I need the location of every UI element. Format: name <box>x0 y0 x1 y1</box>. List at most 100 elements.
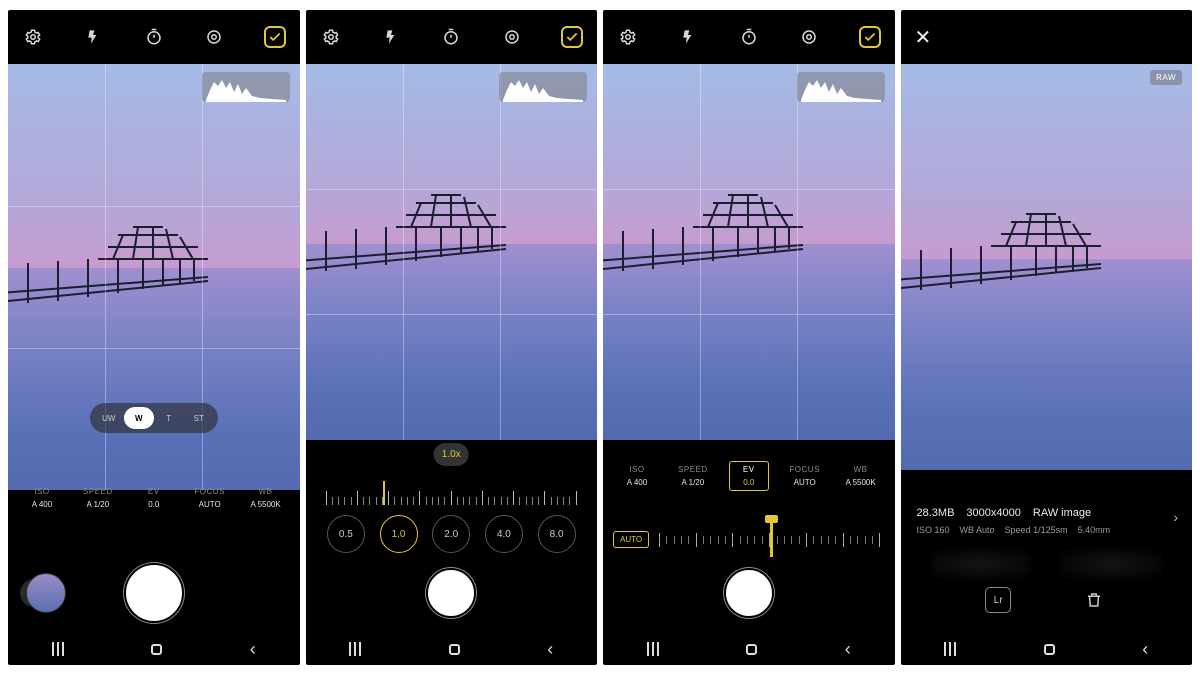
timer-icon[interactable] <box>143 26 165 48</box>
chevron-right-icon[interactable]: › <box>1173 509 1178 525</box>
screen-pro-default: UW W T ST ISOA 400 SPEEDA 1/20 EV0.0 FOC… <box>8 10 300 665</box>
nav-back-icon[interactable]: ‹ <box>250 639 256 660</box>
nav-back-icon[interactable]: ‹ <box>1142 639 1148 660</box>
review-filesize: 28.3MB <box>917 507 955 519</box>
param-speed[interactable]: SPEEDA 1/20 <box>70 487 126 509</box>
histogram[interactable] <box>202 72 290 102</box>
system-nav: ‹ <box>603 633 895 665</box>
zoom-stops: 0.5 1.0 2.0 4.0 8.0 <box>306 515 598 553</box>
screen-review: ✕ RAW 28.3MB 3000x4000 RAW image ISO 160… <box>901 10 1193 665</box>
zoom-cursor[interactable] <box>383 481 385 505</box>
review-format: RAW image <box>1033 507 1091 519</box>
settings-icon[interactable] <box>617 26 639 48</box>
ratio-icon[interactable] <box>501 26 523 48</box>
delete-icon[interactable] <box>1081 587 1107 613</box>
shutter-button[interactable] <box>428 570 474 616</box>
top-toolbar <box>8 10 300 64</box>
review-dimensions: 3000x4000 <box>966 507 1020 519</box>
shutter-button[interactable] <box>126 565 182 621</box>
nav-back-icon[interactable]: ‹ <box>547 639 553 660</box>
settings-icon[interactable] <box>22 26 44 48</box>
format-icon[interactable] <box>859 26 881 48</box>
ev-cursor[interactable] <box>770 523 773 557</box>
lens-st[interactable]: ST <box>184 407 214 429</box>
ev-slider[interactable] <box>659 527 881 553</box>
nav-home-icon[interactable] <box>1044 644 1055 655</box>
review-info[interactable]: 28.3MB 3000x4000 RAW image ISO 160 WB Au… <box>901 497 1193 545</box>
top-toolbar: ✕ <box>901 10 1193 64</box>
zoom-stop-2.0[interactable]: 2.0 <box>432 515 470 553</box>
nav-back-icon[interactable]: ‹ <box>845 639 851 660</box>
ratio-icon[interactable] <box>798 26 820 48</box>
param-wb[interactable]: WBA 5500K <box>238 487 294 509</box>
param-speed[interactable]: SPEEDA 1/20 <box>665 465 721 487</box>
screenshot-grid: UW W T ST ISOA 400 SPEEDA 1/20 EV0.0 FOC… <box>0 0 1200 675</box>
param-iso[interactable]: ISOA 400 <box>609 465 665 487</box>
nav-home-icon[interactable] <box>151 644 162 655</box>
nav-recents-icon[interactable] <box>52 642 64 656</box>
zoom-stop-1.0[interactable]: 1.0 <box>380 515 418 553</box>
edit-actions: Lr <box>901 587 1193 613</box>
flash-icon[interactable] <box>677 26 699 48</box>
screen-ev-slider: ISOA 400 SPEEDA 1/20 EV0.0 FOCUSAUTO WBA… <box>603 10 895 665</box>
flash-icon[interactable] <box>380 26 402 48</box>
timer-icon[interactable] <box>738 26 760 48</box>
system-nav: ‹ <box>901 633 1193 665</box>
ev-auto-chip[interactable]: AUTO <box>613 531 649 548</box>
ratio-icon[interactable] <box>203 26 225 48</box>
photo-preview[interactable] <box>901 64 1193 470</box>
param-focus[interactable]: FOCUSAUTO <box>182 487 238 509</box>
filmstrip-blur <box>901 549 1193 585</box>
shutter-row <box>8 557 300 629</box>
timer-icon[interactable] <box>440 26 462 48</box>
pier-structure <box>901 204 1101 324</box>
flash-icon[interactable] <box>82 26 104 48</box>
screen-zoom-slider: 1.0x 0.5 1.0 2.0 4.0 8.0 ‹ <box>306 10 598 665</box>
histogram[interactable] <box>499 72 587 102</box>
zoom-stop-4.0[interactable]: 4.0 <box>485 515 523 553</box>
shutter-button[interactable] <box>726 570 772 616</box>
pier-structure <box>306 185 506 305</box>
nav-recents-icon[interactable] <box>647 642 659 656</box>
close-icon[interactable]: ✕ <box>915 25 932 50</box>
format-icon[interactable] <box>264 26 286 48</box>
param-ev[interactable]: EV0.0 <box>721 465 777 487</box>
nav-home-icon[interactable] <box>449 644 460 655</box>
param-iso[interactable]: ISOA 400 <box>14 487 70 509</box>
lens-uw[interactable]: UW <box>94 407 124 429</box>
param-wb[interactable]: WBA 5500K <box>833 465 889 487</box>
param-focus[interactable]: FOCUSAUTO <box>777 465 833 487</box>
gallery-thumbnail[interactable] <box>26 573 66 613</box>
zoom-stop-0.5[interactable]: 0.5 <box>327 515 365 553</box>
pro-params: ISOA 400 SPEEDA 1/20 EV0.0 FOCUSAUTO WBA… <box>603 455 895 493</box>
raw-badge: RAW <box>1150 70 1182 85</box>
format-icon[interactable] <box>561 26 583 48</box>
nav-home-icon[interactable] <box>746 644 757 655</box>
zoom-stop-8.0[interactable]: 8.0 <box>538 515 576 553</box>
viewfinder[interactable] <box>306 64 598 440</box>
lens-t[interactable]: T <box>154 407 184 429</box>
param-ev[interactable]: EV0.0 <box>126 487 182 509</box>
shutter-row <box>306 557 598 629</box>
lens-w[interactable]: W <box>124 407 154 429</box>
lens-selector[interactable]: UW W T ST <box>90 403 218 433</box>
review-iso: ISO 160 <box>917 525 950 535</box>
histogram[interactable] <box>797 72 885 102</box>
zoom-value-bubble: 1.0x <box>434 443 469 466</box>
nav-recents-icon[interactable] <box>944 642 956 656</box>
viewfinder[interactable] <box>603 64 895 440</box>
nav-recents-icon[interactable] <box>349 642 361 656</box>
pro-params: ISOA 400 SPEEDA 1/20 EV0.0 FOCUSAUTO WBA… <box>8 477 300 515</box>
settings-icon[interactable] <box>320 26 342 48</box>
lightroom-button[interactable]: Lr <box>985 587 1011 613</box>
review-focal: 5.40mm <box>1078 525 1111 535</box>
review-speed: Speed 1/125sm <box>1005 525 1068 535</box>
top-toolbar <box>603 10 895 64</box>
system-nav: ‹ <box>8 633 300 665</box>
review-wb: WB Auto <box>960 525 995 535</box>
shutter-row <box>603 557 895 629</box>
system-nav: ‹ <box>306 633 598 665</box>
pier-structure <box>8 217 208 337</box>
zoom-ruler[interactable] <box>326 483 578 505</box>
top-toolbar <box>306 10 598 64</box>
